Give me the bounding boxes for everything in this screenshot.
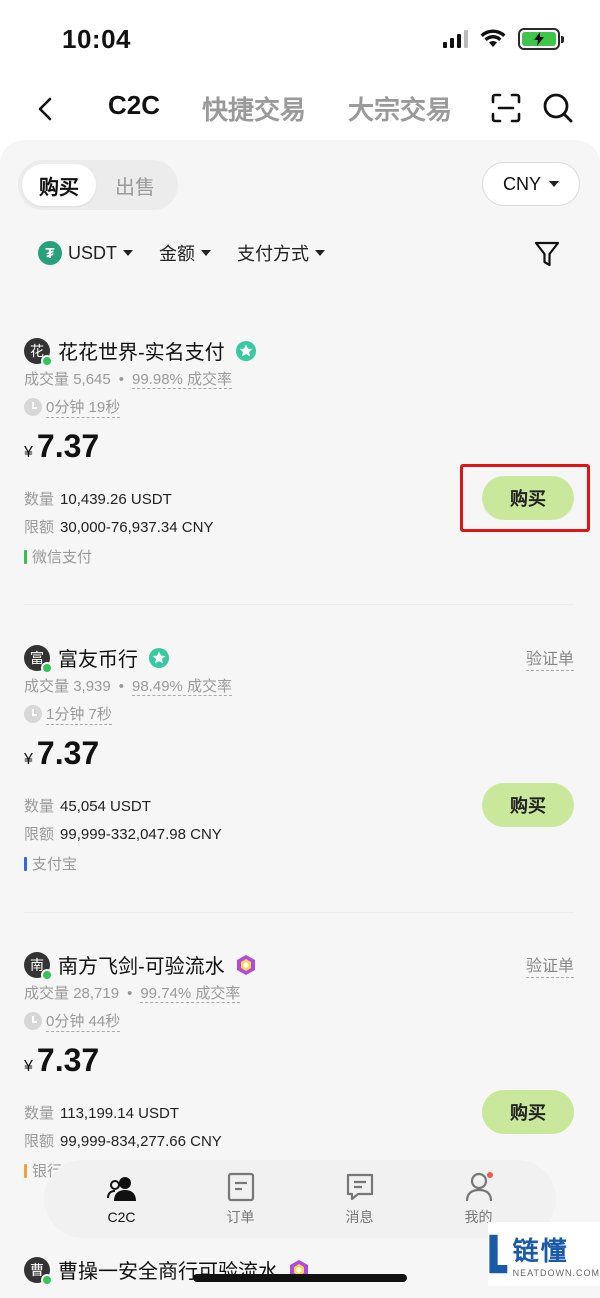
merchant-header: 富 富友币行 bbox=[24, 643, 170, 674]
online-dot bbox=[41, 968, 53, 981]
caret-down-icon bbox=[201, 250, 211, 256]
watermark-logo: 链懂 NEATDOWN.COM bbox=[488, 1222, 600, 1286]
divider bbox=[24, 604, 574, 605]
divider bbox=[24, 912, 574, 913]
back-icon bbox=[38, 97, 52, 121]
tab-block-trade[interactable]: 大宗交易 bbox=[348, 90, 452, 127]
status-icons bbox=[443, 28, 564, 50]
merchant-card: 富 富友币行 验证单 成交量 3,939 • 98.49% 成交率 1分钟 7秒 ¥… bbox=[0, 643, 600, 943]
status-bar: 10:04 bbox=[0, 0, 600, 78]
avatar[interactable]: 曹 bbox=[24, 1256, 53, 1286]
profile-icon bbox=[465, 1172, 493, 1202]
tab-orders[interactable]: 订单 bbox=[201, 1171, 281, 1227]
limit-row: 限额 30,000-76,937.34 CNY bbox=[24, 519, 214, 536]
amount-filter[interactable]: 金额 bbox=[159, 240, 211, 266]
clock-icon bbox=[24, 1012, 42, 1030]
tab-profile[interactable]: 我的 bbox=[439, 1171, 519, 1227]
filter-bar: ₮ USDT 金额 支付方式 bbox=[38, 240, 351, 266]
clock-icon bbox=[24, 705, 42, 723]
buy-toggle-button[interactable]: 购买 bbox=[22, 164, 96, 206]
buy-button[interactable]: 购买 bbox=[482, 783, 574, 827]
payment-method: 支付宝 bbox=[24, 853, 77, 874]
green-star-badge-icon bbox=[149, 647, 169, 668]
quantity-row: 数量 45,054 USDT bbox=[24, 798, 151, 815]
tab-quick-trade[interactable]: 快捷交易 bbox=[202, 90, 306, 127]
online-dot bbox=[41, 354, 53, 367]
merchant-name[interactable]: 花花世界-实名支付 bbox=[58, 336, 225, 365]
wifi-icon bbox=[480, 29, 506, 47]
merchant-header: 花 花花世界-实名支付 bbox=[24, 336, 257, 367]
price: ¥ 7.37 bbox=[24, 735, 100, 771]
merchant-stats: 成交量 5,645 • 99.98% 成交率 bbox=[24, 371, 233, 389]
caret-down-icon bbox=[315, 250, 325, 256]
merchant-header: 南 南方飞剑-可验流水 bbox=[24, 950, 257, 981]
avatar[interactable]: 花 bbox=[24, 337, 53, 367]
filter-funnel-icon[interactable] bbox=[534, 240, 560, 268]
quantity-row: 数量 113,199.14 USDT bbox=[24, 1105, 179, 1122]
asset-filter-label: USDT bbox=[68, 242, 117, 263]
merchant-name[interactable]: 南方飞剑-可验流水 bbox=[58, 950, 225, 979]
buy-sell-toggle: 购买 出售 bbox=[18, 160, 178, 210]
battery-icon bbox=[518, 28, 564, 50]
nav-bar: C2C 快捷交易 大宗交易 bbox=[0, 78, 600, 140]
avatar[interactable]: 富 bbox=[24, 644, 53, 674]
search-icon bbox=[543, 93, 573, 123]
status-time: 10:04 bbox=[62, 24, 131, 54]
release-time: 0分钟 44秒 bbox=[24, 1010, 121, 1032]
online-dot bbox=[41, 1273, 53, 1286]
limit-row: 限额 99,999-834,277.66 CNY bbox=[24, 1133, 222, 1150]
price: ¥ 7.37 bbox=[24, 428, 100, 464]
avatar[interactable]: 南 bbox=[24, 951, 53, 981]
clock-icon bbox=[24, 398, 42, 416]
release-time: 0分钟 19秒 bbox=[24, 396, 121, 418]
cellular-signal-icon bbox=[443, 30, 468, 48]
currency-label: CNY bbox=[502, 173, 541, 194]
sell-toggle-button[interactable]: 出售 bbox=[98, 164, 172, 206]
users-icon bbox=[106, 1177, 136, 1201]
purple-diamond-badge-icon bbox=[236, 954, 255, 975]
home-indicator[interactable] bbox=[193, 1274, 407, 1282]
payment-filter-label: 支付方式 bbox=[237, 244, 309, 264]
back-button[interactable] bbox=[28, 92, 62, 126]
green-star-badge-icon bbox=[235, 340, 256, 361]
caret-down-icon bbox=[123, 250, 133, 256]
buy-button[interactable]: 购买 bbox=[482, 476, 574, 520]
merchant-card: 花 花花世界-实名支付 成交量 5,645 • 99.98% 成交率 0分钟 19秒… bbox=[0, 336, 600, 636]
quantity-row: 数量 10,439.26 USDT bbox=[24, 491, 172, 508]
verify-link[interactable]: 验证单 bbox=[525, 645, 574, 671]
neatdown-logo-icon bbox=[489, 1234, 508, 1274]
search-button[interactable] bbox=[538, 88, 578, 128]
merchant-name[interactable]: 富友币行 bbox=[58, 643, 138, 672]
message-icon bbox=[346, 1173, 373, 1201]
merchant-stats: 成交量 28,719 • 99.74% 成交率 bbox=[24, 985, 241, 1003]
release-time: 1分钟 7秒 bbox=[24, 703, 112, 725]
payment-method: 微信支付 bbox=[24, 546, 92, 567]
caret-down-icon bbox=[549, 181, 559, 187]
amount-filter-label: 金额 bbox=[159, 244, 195, 264]
bottom-tab-bar: C2C 订单 消息 我的 bbox=[44, 1160, 556, 1238]
currency-selector[interactable]: CNY bbox=[482, 162, 580, 206]
merchant-stats: 成交量 3,939 • 98.49% 成交率 bbox=[24, 678, 233, 696]
tab-c2c[interactable]: C2C bbox=[108, 90, 160, 121]
payment-filter[interactable]: 支付方式 bbox=[237, 240, 325, 266]
scan-button[interactable] bbox=[486, 88, 526, 128]
tab-messages[interactable]: 消息 bbox=[320, 1171, 400, 1227]
online-dot bbox=[41, 661, 53, 674]
limit-row: 限额 99,999-332,047.98 CNY bbox=[24, 826, 222, 843]
content-panel: 购买 出售 CNY ₮ USDT 金额 支付方式 花 花花世界-实名支付 成交量… bbox=[0, 140, 600, 1298]
price: ¥ 7.37 bbox=[24, 1042, 100, 1078]
verify-link[interactable]: 验证单 bbox=[525, 952, 574, 978]
order-icon bbox=[227, 1172, 254, 1202]
asset-filter[interactable]: ₮ USDT bbox=[38, 241, 133, 265]
scan-icon bbox=[491, 93, 521, 123]
buy-button[interactable]: 购买 bbox=[482, 1090, 574, 1134]
tab-c2c-bottom[interactable]: C2C bbox=[82, 1173, 162, 1225]
tether-icon: ₮ bbox=[38, 241, 62, 265]
